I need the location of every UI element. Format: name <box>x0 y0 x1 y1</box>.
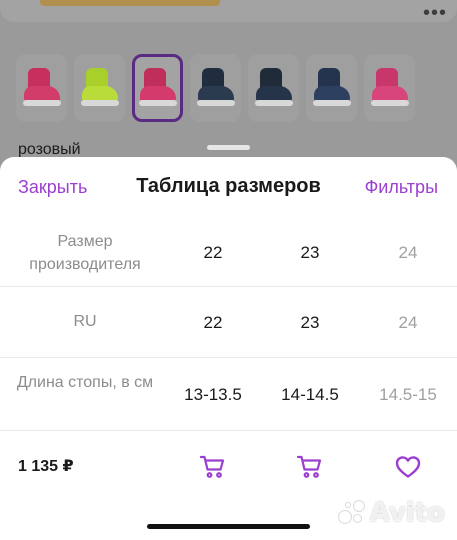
size-value: 22 <box>203 313 223 332</box>
filters-button[interactable]: Фильтры <box>365 177 438 198</box>
more-icon: ••• <box>422 2 447 24</box>
cart-icon <box>297 455 322 478</box>
background-promo-strip <box>40 0 220 6</box>
size-value: 14-14.5 <box>281 385 339 404</box>
home-indicator[interactable] <box>147 524 310 529</box>
add-to-cart-button[interactable] <box>193 447 233 487</box>
color-thumbnail[interactable] <box>306 54 357 122</box>
cart-icon <box>200 455 225 478</box>
color-thumbnail[interactable] <box>364 54 415 122</box>
row-label: RU <box>73 313 97 330</box>
avito-watermark: Avito <box>337 498 445 528</box>
size-value: 24 <box>398 243 418 262</box>
avito-logo-icon <box>337 500 366 526</box>
shoe-image <box>370 66 410 110</box>
sheet-grabber[interactable] <box>207 145 250 150</box>
color-thumbnail[interactable] <box>132 54 183 122</box>
color-thumbnail[interactable] <box>74 54 125 122</box>
shoe-image <box>254 66 294 110</box>
size-value: 23 <box>300 243 320 262</box>
size-value: 23 <box>300 313 320 332</box>
shoe-image <box>80 66 120 110</box>
table-row: Размер производителя 22 23 24 <box>0 219 457 287</box>
color-thumbnails <box>16 54 415 122</box>
table-row: Длина стопы, в см 13-13.5 14-14.5 14.5-1… <box>0 358 457 431</box>
price: 1 135 ₽ <box>18 458 74 475</box>
add-to-cart-button[interactable] <box>290 447 330 487</box>
row-label: Размер производителя <box>29 233 141 273</box>
size-value: 22 <box>203 243 223 262</box>
watermark-text: Avito <box>369 498 445 528</box>
shoe-image <box>138 66 178 110</box>
color-thumbnail[interactable] <box>190 54 241 122</box>
size-chart-sheet: Закрыть Таблица размеров Фильтры Размер … <box>0 157 457 540</box>
sheet-header: Закрыть Таблица размеров Фильтры <box>0 157 457 219</box>
size-value: 24 <box>398 313 418 332</box>
row-label: Длина стопы, в см <box>16 374 154 391</box>
size-value: 14.5-15 <box>379 385 437 404</box>
shoe-image <box>312 66 352 110</box>
color-thumbnail[interactable] <box>16 54 67 122</box>
shoe-image <box>196 66 236 110</box>
heart-icon <box>395 456 421 478</box>
table-row: RU 22 23 24 <box>0 287 457 358</box>
color-thumbnail[interactable] <box>248 54 299 122</box>
shoe-image <box>22 66 62 110</box>
sheet-footer: 1 135 ₽ <box>0 437 457 497</box>
favorite-button[interactable] <box>388 447 428 487</box>
size-value: 13-13.5 <box>184 385 242 404</box>
